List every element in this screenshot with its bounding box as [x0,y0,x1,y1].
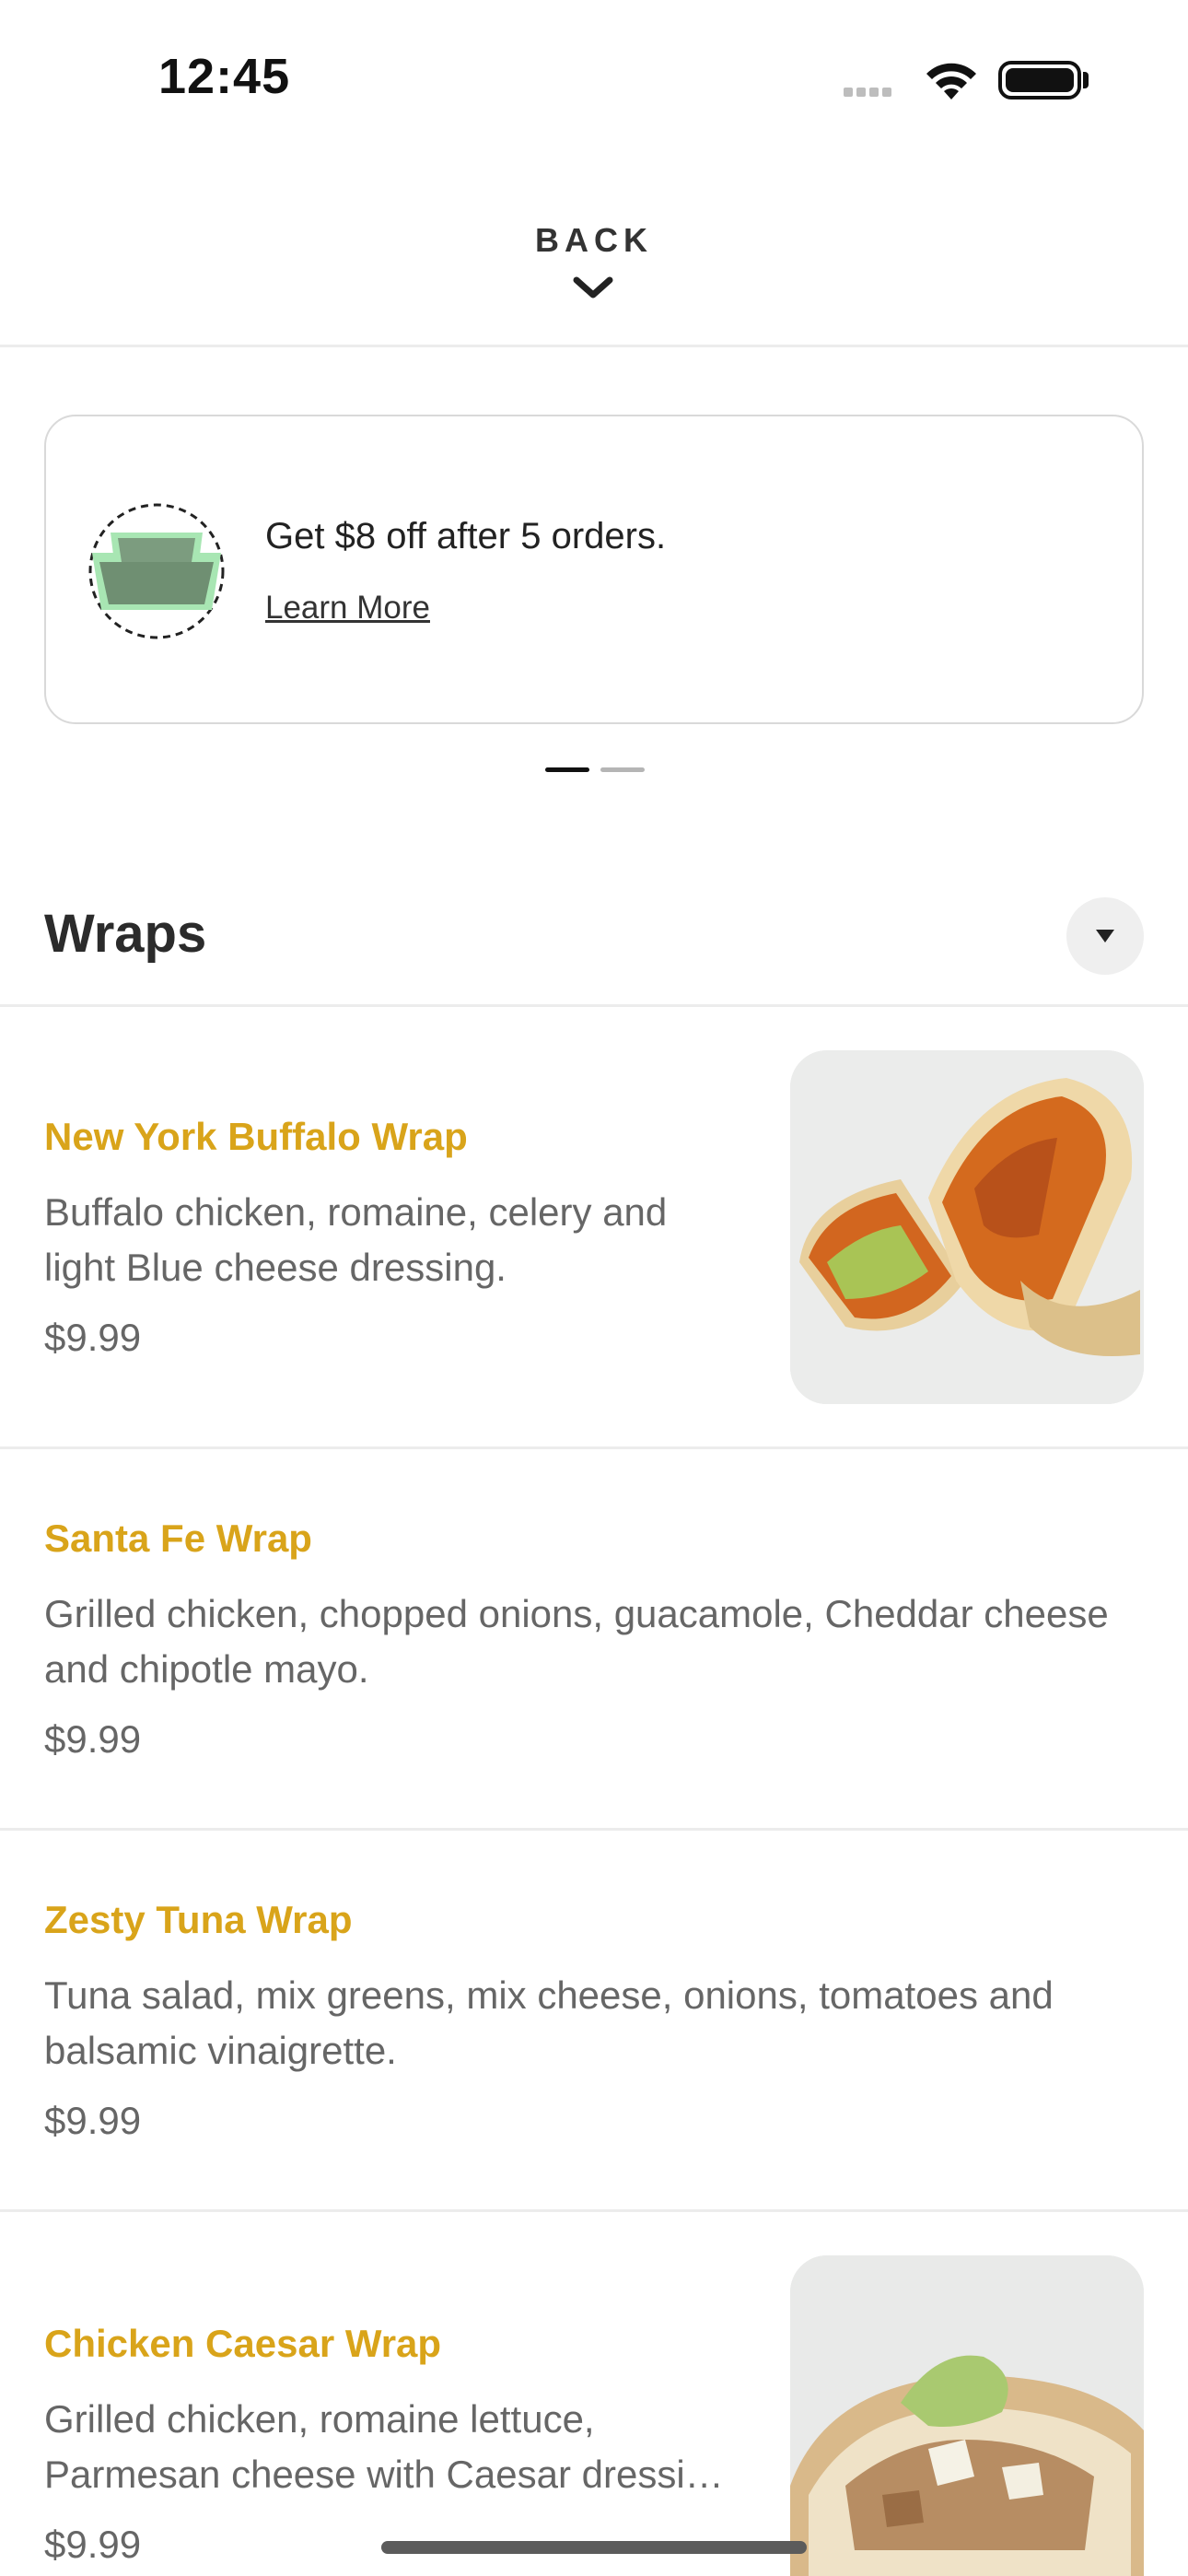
menu-item-price: $9.99 [44,1316,142,1359]
item-divider [0,2209,1188,2212]
menu-item-price: $9.99 [44,2523,142,2566]
status-time: 12:45 [158,49,291,104]
cellular-signal-icon [844,85,895,101]
carousel-indicator[interactable] [600,767,645,772]
section-divider [0,1004,1188,1007]
menu-item-price: $9.99 [44,1717,142,1761]
header-divider [0,345,1188,347]
carousel-indicator-active[interactable] [545,767,589,772]
menu-item-description: Tuna salad, mix greens, mix cheese, onio… [44,1973,1054,2072]
battery-icon [998,61,1081,100]
home-indicator [381,2541,807,2554]
menu-item-description: Buffalo chicken, romaine, celery and lig… [44,1190,668,1289]
menu-item-name[interactable]: Zesty Tuna Wrap [44,1898,353,1942]
menu-item-price: $9.99 [44,2099,142,2142]
triangle-down-icon [1096,930,1114,943]
wifi-icon [919,57,984,108]
caesar-wrap-image[interactable] [790,2255,1144,2576]
back-button[interactable]: BACK [0,221,1188,260]
buffalo-wrap-image[interactable] [790,1050,1144,1404]
promo-text: Get $8 off after 5 orders. [265,516,667,556]
collapse-section-button[interactable] [1066,897,1144,975]
battery-tip [1083,72,1089,88]
section-title: Wraps [44,904,207,964]
container-box-icon [83,498,230,650]
menu-item-description: Grilled chicken, romaine lettuce, Parmes… [44,2397,724,2496]
menu-item-name[interactable]: New York Buffalo Wrap [44,1115,468,1159]
menu-item-description: Grilled chicken, chopped onions, guacamo… [44,1592,1109,1691]
item-divider [0,1446,1188,1449]
chevron-down-icon[interactable] [571,275,615,307]
item-divider [0,1828,1188,1831]
menu-item-name[interactable]: Chicken Caesar Wrap [44,2322,441,2366]
menu-item-name[interactable]: Santa Fe Wrap [44,1516,312,1561]
learn-more-link[interactable]: Learn More [265,590,430,626]
